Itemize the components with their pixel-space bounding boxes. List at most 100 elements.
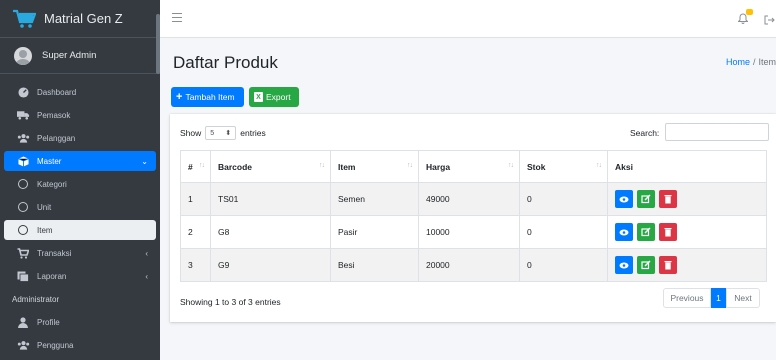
view-button[interactable] [615,256,633,274]
sidebar-item-label: Pengguna [37,340,74,350]
report-icon [16,271,30,282]
column-header-stok[interactable]: Stok ↑↓ [519,150,608,183]
sidebar: Matrial Gen Z Super Admin Dashboard Pema… [0,0,160,360]
cell-harga: 49000 [418,182,520,216]
edit-icon [641,260,651,270]
sidebar-item-dashboard[interactable]: Dashboard [4,82,156,102]
pagination-previous[interactable]: Previous [663,288,711,308]
view-button[interactable] [615,190,633,208]
view-button[interactable] [615,223,633,241]
edit-button[interactable] [637,223,655,241]
pagination-next[interactable]: Next [726,288,760,308]
add-item-button[interactable]: + Tambah Item [171,87,244,107]
sidebar-item-transaksi[interactable]: Transaksi ‹ [4,243,156,263]
users-icon [16,340,30,350]
circle-icon [16,179,30,189]
column-header-barcode[interactable]: Barcode ↑↓ [210,150,331,183]
cell-barcode: G9 [210,248,331,282]
notification-badge [746,9,753,15]
users-icon [16,133,30,143]
cell-actions [607,215,767,249]
sidebar-item-label: Item [37,225,53,235]
cell-item: Besi [330,248,419,282]
column-header-item[interactable]: Item ↑↓ [330,150,419,183]
search-label: Search: [630,128,660,138]
avatar [14,46,32,65]
sort-icon: ↑↓ [407,162,413,169]
sidebar-item-unit[interactable]: Unit [4,197,156,217]
sidebar-item-label: Unit [37,202,52,212]
cell-actions [607,182,767,216]
sidebar-header-administrator: Administrator [12,294,60,304]
breadcrumb: Home / Item [726,57,776,67]
sidebar-item-profile[interactable]: Profile [4,312,156,332]
sort-icon: ↑↓ [508,162,514,169]
cell-stok: 0 [519,248,608,282]
logout-icon[interactable] [764,12,775,30]
sidebar-item-master[interactable]: Master ⌄ [4,151,156,171]
chevron-left-icon: ‹ [145,248,148,258]
plus-icon: + [176,91,183,103]
cube-icon [16,155,30,167]
eye-icon [619,262,629,268]
pagination-page-1[interactable]: 1 [711,288,726,308]
search-input[interactable] [665,123,769,141]
entries-label: entries [240,128,266,138]
edit-button[interactable] [637,190,655,208]
cell-number: 2 [180,215,211,249]
hamburger-menu-icon[interactable] [172,13,182,24]
table-header-row: # ↑↓ Barcode ↑↓ Item ↑↓ Harga ↑↓ Stok ↑↓ Aksi [180,150,767,183]
select-arrows-icon: ⬍ [225,130,232,137]
page-title: Daftar Produk [173,53,278,72]
cell-stok: 0 [519,215,608,249]
sidebar-item-item[interactable]: Item [4,220,156,240]
export-label: Export [266,92,291,102]
sidebar-item-kategori[interactable]: Kategori [4,174,156,194]
user-panel[interactable]: Super Admin [0,38,160,74]
sidebar-item-pengguna[interactable]: Pengguna [4,335,156,355]
cart-icon [16,247,30,259]
sidebar-item-pemasok[interactable]: Pemasok [4,105,156,125]
column-header-harga[interactable]: Harga ↑↓ [418,150,520,183]
sidebar-item-pelanggan[interactable]: Pelanggan [4,128,156,148]
export-button[interactable]: X Export [249,87,299,107]
sidebar-item-label: Master [37,156,62,166]
table-info: Showing 1 to 3 of 3 entries [180,297,281,307]
edit-icon [641,194,651,204]
truck-icon [16,110,30,120]
chevron-left-icon: ‹ [145,271,148,281]
brand-link[interactable]: Matrial Gen Z [0,0,160,38]
cell-barcode: G8 [210,215,331,249]
sidebar-item-label: Pelanggan [37,133,76,143]
column-header-number[interactable]: # ↑↓ [180,150,211,183]
delete-button[interactable] [659,190,677,208]
cell-number: 3 [180,248,211,282]
trash-icon [664,261,672,270]
cell-item: Semen [330,182,419,216]
entries-select[interactable]: 5 ⬍ [205,126,237,140]
table-row: 3 G9 Besi 20000 0 [180,248,767,282]
table-row: 2 G8 Pasir 10000 0 [180,215,767,249]
sidebar-item-label: Transaksi [37,248,72,258]
cell-harga: 10000 [418,215,520,249]
user-icon [16,316,30,328]
breadcrumb-current: Item [758,57,776,67]
cell-barcode: TS01 [210,182,331,216]
show-label: Show [180,128,202,138]
column-header-aksi: Aksi [607,150,767,183]
edit-button[interactable] [637,256,655,274]
sidebar-item-label: Pemasok [37,110,71,120]
sidebar-item-label: Kategori [37,179,67,189]
breadcrumb-separator: / [752,57,756,67]
sidebar-nav: Dashboard Pemasok Pelanggan Master ⌄ Kat… [0,74,160,355]
delete-button[interactable] [659,223,677,241]
excel-icon: X [254,92,263,102]
brand-name: Matrial Gen Z [44,11,123,26]
sort-icon: ↑↓ [596,162,602,169]
sort-icon: ↑↓ [199,162,205,169]
delete-button[interactable] [659,256,677,274]
sidebar-item-laporan[interactable]: Laporan ‹ [4,266,156,286]
circle-icon [16,202,30,212]
breadcrumb-home-link[interactable]: Home [726,57,750,67]
cell-stok: 0 [519,182,608,216]
